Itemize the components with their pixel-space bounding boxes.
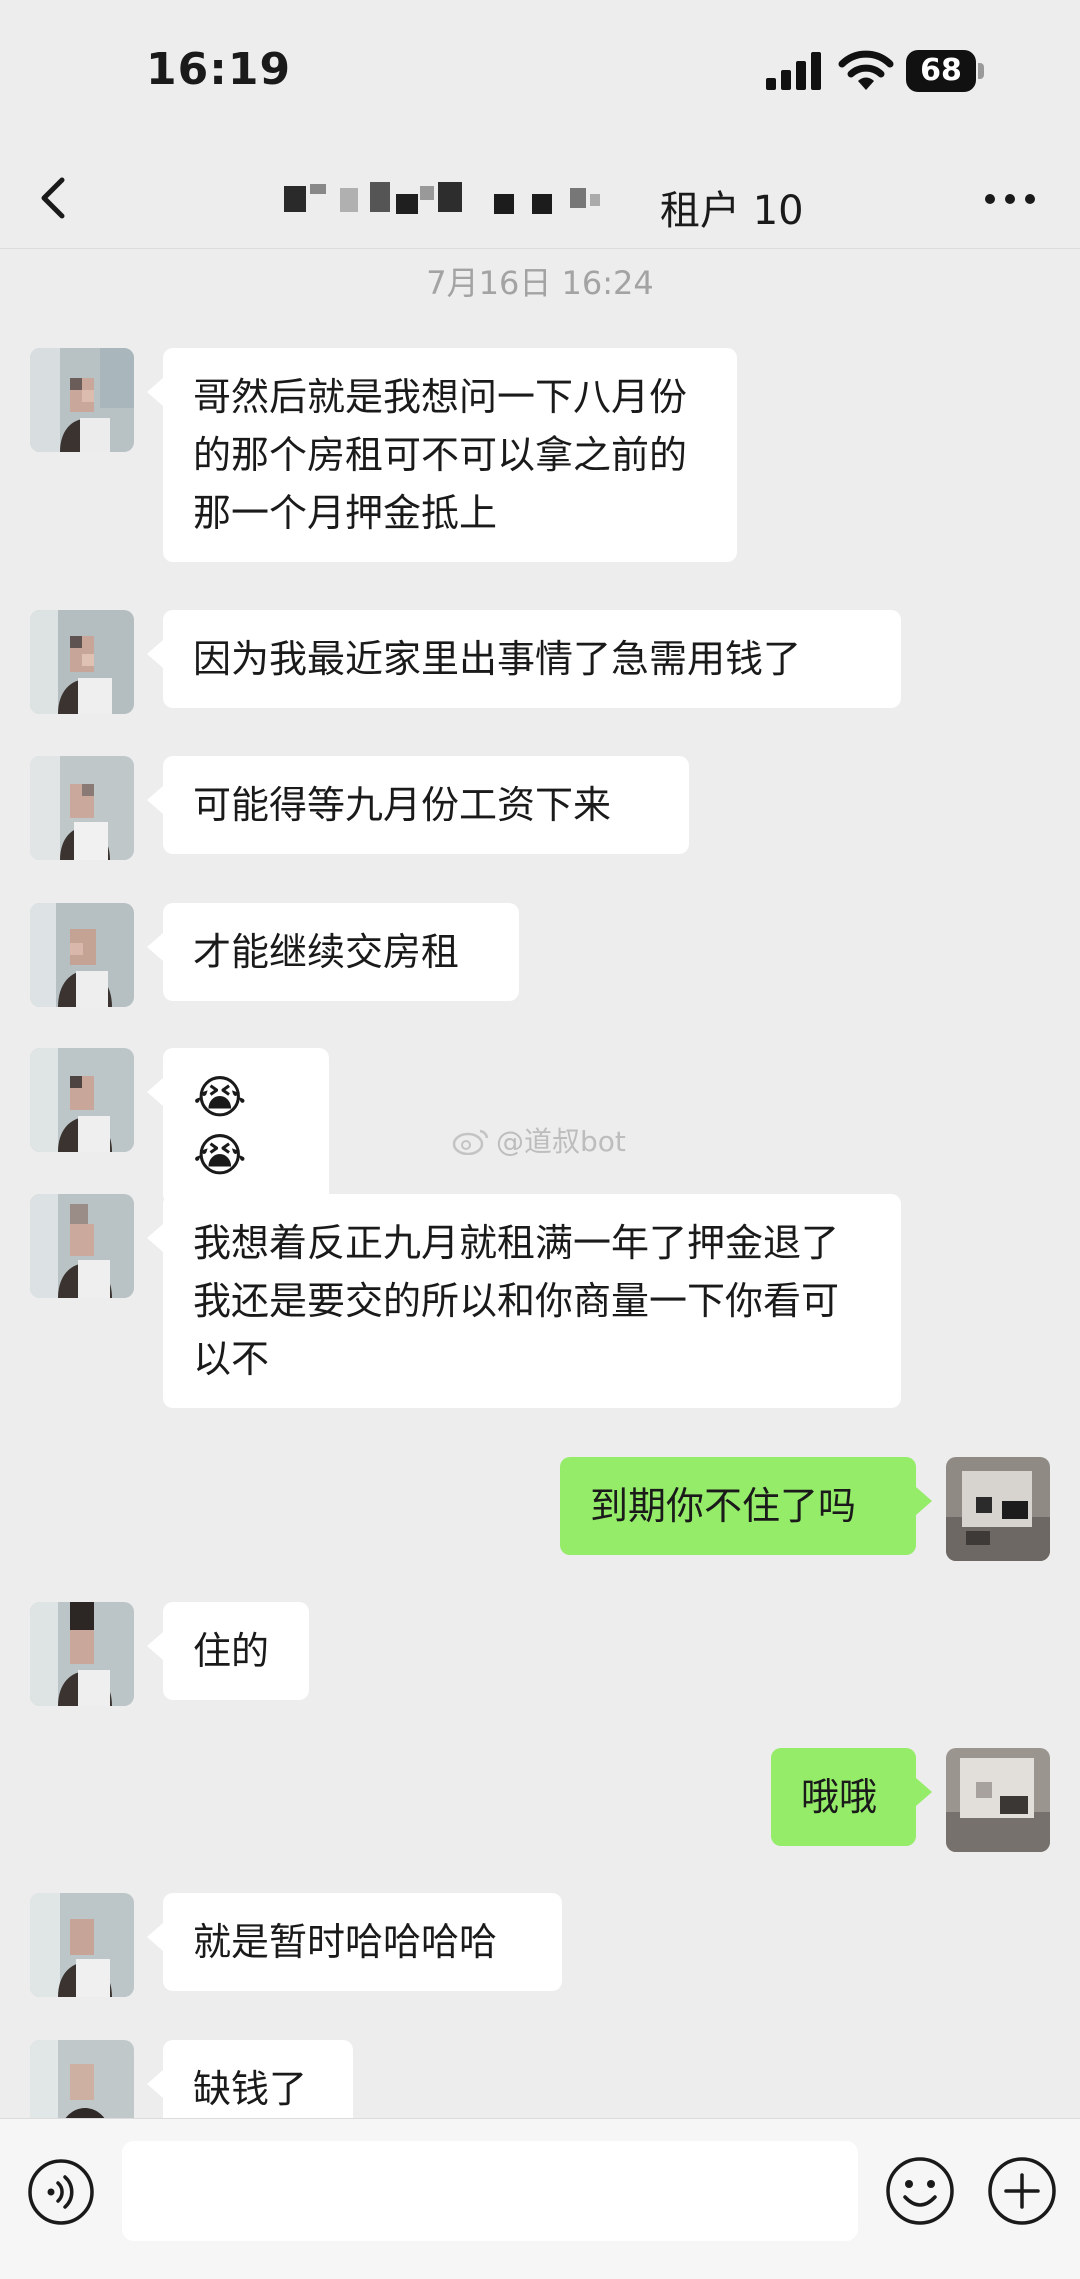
message-bubble[interactable]: 到期你不住了吗 <box>560 1457 932 1555</box>
message-bubble[interactable]: 😭😭 <box>147 1048 329 1204</box>
message-bubble[interactable]: 我想着反正九月就租满一年了押金退了我还是要交的所以和你商量一下你看可以不 <box>147 1194 901 1408</box>
more-dots-icon[interactable] <box>980 182 1040 216</box>
avatar[interactable] <box>30 1893 134 1997</box>
input-bar <box>0 2118 1080 2279</box>
wifi-icon <box>838 50 894 90</box>
avatar[interactable] <box>30 1194 134 1298</box>
avatar[interactable] <box>946 1457 1050 1561</box>
message-bubble[interactable]: 哥然后就是我想问一下八月份的那个房租可不可以拿之前的那一个月押金抵上 <box>147 348 737 562</box>
battery-level: 68 <box>906 50 976 92</box>
avatar[interactable] <box>30 1048 134 1152</box>
watermark-text: @道叔bot <box>496 1125 626 1158</box>
avatar[interactable] <box>30 756 134 860</box>
message-bubble[interactable]: 就是暂时哈哈哈哈 <box>147 1893 562 1991</box>
cellular-signal-icon <box>766 52 821 90</box>
chat-timestamp: 7月16日 16:24 <box>426 264 654 302</box>
avatar[interactable] <box>30 610 134 714</box>
battery-tip <box>978 63 984 79</box>
avatar[interactable] <box>946 1748 1050 1852</box>
message-bubble[interactable]: 可能得等九月份工资下来 <box>147 756 689 854</box>
battery-icon: 68 <box>906 50 984 92</box>
avatar[interactable] <box>30 348 134 452</box>
chat-header: 租户 10 <box>0 150 1080 249</box>
voice-icon[interactable] <box>26 2157 96 2227</box>
message-bubble[interactable]: 哦哦 <box>771 1748 932 1846</box>
avatar[interactable] <box>30 903 134 1007</box>
plus-circle-icon[interactable] <box>986 2155 1058 2227</box>
avatar[interactable] <box>30 1602 134 1706</box>
message-bubble[interactable]: 才能继续交房租 <box>147 903 519 1001</box>
chat-title-text: 租户 10 <box>660 188 804 234</box>
message-input[interactable] <box>122 2141 858 2241</box>
watermark: @道叔bot <box>452 1120 626 1160</box>
smiley-icon[interactable] <box>884 2155 956 2227</box>
message-bubble[interactable]: 住的 <box>147 1602 309 1700</box>
redacted-name-mosaic <box>284 182 600 214</box>
message-bubble[interactable]: 因为我最近家里出事情了急需用钱了 <box>147 610 901 708</box>
chevron-left-icon[interactable] <box>28 162 84 234</box>
status-time: 16:19 <box>146 44 292 95</box>
weibo-logo-icon <box>452 1129 489 1155</box>
chat-title: 租户 10 <box>270 164 830 234</box>
status-bar: 16:19 68 <box>0 0 1080 150</box>
